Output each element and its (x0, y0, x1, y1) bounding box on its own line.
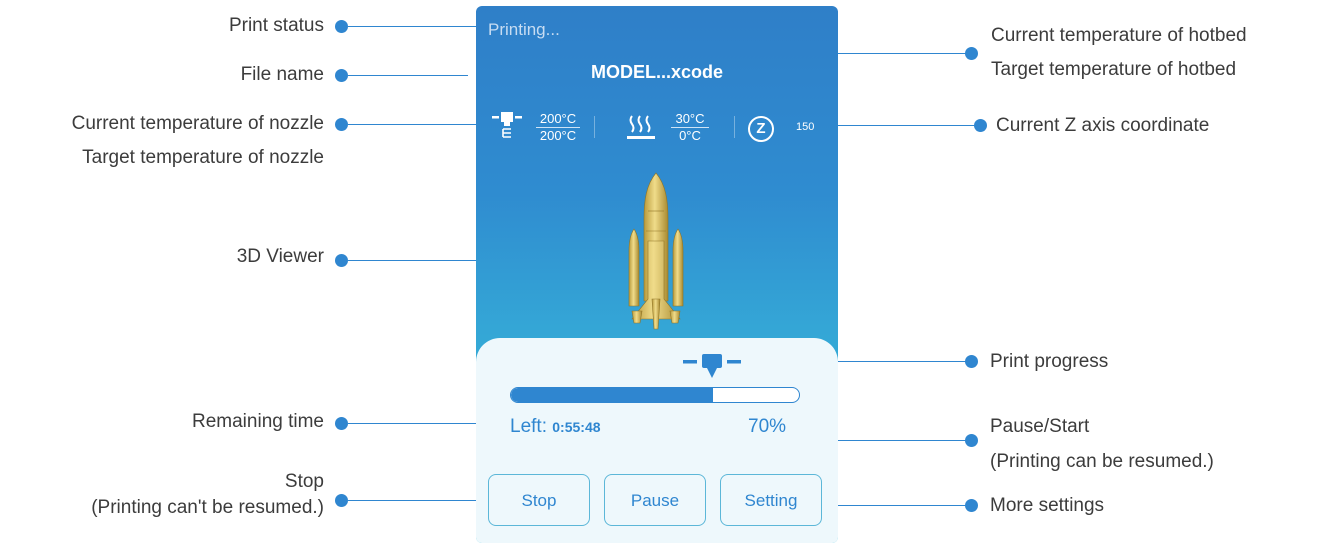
annotation-dot (965, 434, 978, 447)
remaining-label: Left: (510, 416, 547, 437)
annotation-more-settings: More settings (990, 495, 1105, 516)
remaining-time-value: 0:55:48 (552, 419, 601, 435)
annotation-dot (965, 499, 978, 512)
file-name: MODEL...xcode (590, 62, 724, 82)
3d-viewer[interactable] (576, 171, 736, 331)
progress-bar (510, 387, 800, 403)
annotation-line (348, 75, 468, 76)
progress-panel: Left: 0:55:48 70% Stop Pause Setting (476, 338, 838, 543)
annotation-line (348, 26, 478, 27)
temperature-row: 200°C 200°C 30°C 0°C Z 150 (476, 106, 838, 146)
annotation-pause-start: Pause/Start (990, 416, 1090, 437)
annotation-print-status: Print status (228, 15, 324, 36)
annotation-dot (335, 69, 348, 82)
annotation-hotbed-current: Current temperature of hotbed (991, 25, 1247, 46)
annotation-z-axis: Current Z axis coordinate (996, 115, 1210, 136)
annotation-line (826, 505, 966, 506)
annotation-remaining-time: Remaining time (192, 411, 324, 432)
annotation-pause-note: (Printing can be resumed.) (990, 451, 1214, 472)
hotbed-temperature: 30°C 0°C (671, 112, 709, 143)
divider (734, 116, 735, 138)
divider (594, 116, 595, 138)
annotation-line (820, 125, 976, 126)
z-axis-icon: Z (748, 116, 774, 142)
progress-percent: 70% (748, 416, 787, 437)
annotation-file-name: File name (240, 64, 324, 85)
annotation-dot (965, 355, 978, 368)
hotbed-current-temp: 30°C (671, 112, 709, 128)
setting-button[interactable]: Setting (720, 474, 822, 526)
nozzle-marker-icon (683, 354, 741, 378)
annotation-3d-viewer: 3D Viewer (236, 246, 324, 267)
pause-button[interactable]: Pause (604, 474, 706, 526)
printer-screen: Printing... MODEL...xcode 200°C 200°C 30… (476, 6, 838, 543)
nozzle-temperature: 200°C 200°C (536, 112, 580, 143)
annotation-dot (335, 417, 348, 430)
hotbed-icon (627, 115, 655, 139)
nozzle-current-temp: 200°C (536, 112, 580, 128)
annotation-progress: Print progress (990, 351, 1109, 372)
nozzle-icon (492, 112, 522, 138)
annotation-line (838, 53, 966, 54)
annotation-line (348, 500, 488, 501)
progress-fill (511, 388, 713, 402)
print-status: Printing... (488, 20, 560, 39)
annotation-nozzle-target: Target temperature of nozzle (82, 147, 324, 168)
z-axis-value: 150 (796, 121, 815, 133)
annotation-hotbed-target: Target temperature of hotbed (991, 59, 1237, 80)
annotation-dot (335, 118, 348, 131)
remaining-time: Left: 0:55:48 (510, 416, 601, 438)
annotation-dot (335, 20, 348, 33)
nozzle-target-temp: 200°C (539, 128, 577, 143)
annotation-dot (965, 47, 978, 60)
annotation-stop: Stop (284, 471, 324, 492)
rocket-model (628, 172, 684, 330)
annotation-line (348, 124, 486, 125)
hotbed-target-temp: 0°C (679, 128, 701, 143)
annotation-nozzle-current: Current temperature of nozzle (71, 113, 324, 134)
annotation-line (348, 260, 476, 261)
annotation-dot (335, 254, 348, 267)
annotation-dot (335, 494, 348, 507)
annotation-stop-note: (Printing can't be resumed.) (91, 497, 324, 518)
stop-button[interactable]: Stop (488, 474, 590, 526)
